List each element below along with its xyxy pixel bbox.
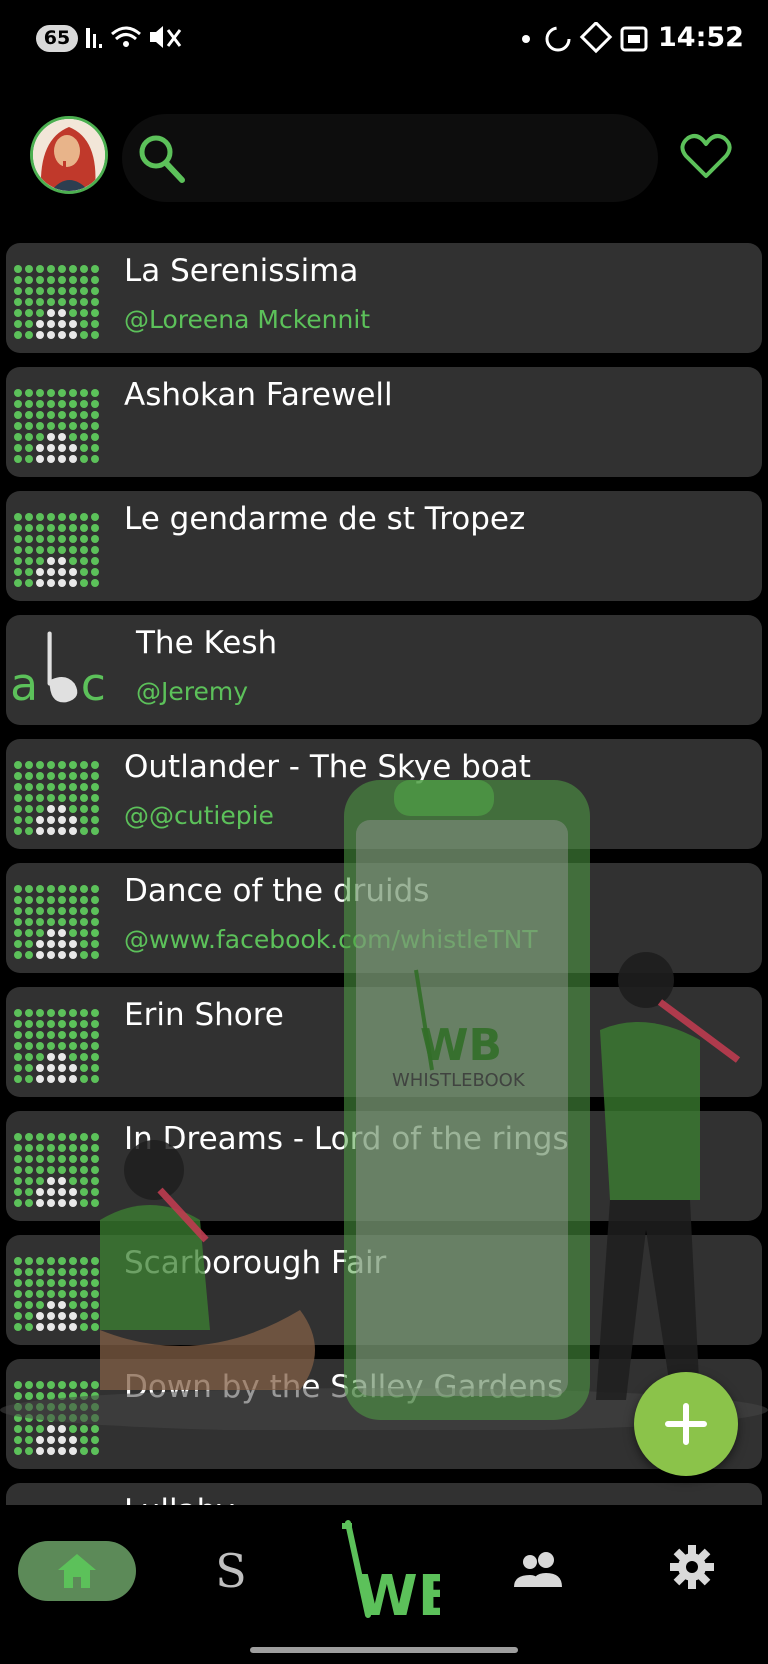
song-author: @www.facebook.com/whistleTNT [124, 925, 538, 954]
song-title: Lullaby [124, 1493, 235, 1505]
song-row[interactable]: Scarborough Fair [6, 1235, 762, 1345]
nav-settings-tab[interactable] [670, 1545, 714, 1589]
song-author: @Jeremy [136, 677, 249, 706]
song-title: Scarborough Fair [124, 1245, 387, 1281]
song-row[interactable]: In Dreams - Lord of the rings [6, 1111, 762, 1221]
tablature-dots-icon [14, 761, 99, 835]
song-author: @@cutiepie [124, 801, 274, 830]
tablature-dots-icon [14, 1133, 99, 1207]
song-row[interactable]: Outlander - The Skye boat @@cutiepie [6, 739, 762, 849]
status-right-icons [520, 20, 650, 62]
song-title: Erin Shore [124, 997, 284, 1033]
search-input[interactable] [202, 130, 632, 186]
song-author: @Loreena Mckennit [124, 305, 371, 334]
signal-wifi-mute-icons [86, 20, 186, 61]
song-row[interactable]: a c The Kesh @Jeremy [6, 615, 762, 725]
home-icon [58, 1554, 96, 1588]
song-title: The Kesh [136, 625, 278, 661]
song-title: Down by the Salley Gardens [124, 1369, 564, 1405]
song-title: Ashokan Farewell [124, 377, 393, 413]
status-bar: 65 14:52 [0, 0, 768, 80]
song-row[interactable]: Le gendarme de st Tropez [6, 491, 762, 601]
song-title: Le gendarme de st Tropez [124, 501, 526, 537]
search-bar[interactable] [122, 114, 658, 202]
song-row[interactable]: Erin Shore [6, 987, 762, 1097]
svg-text:a: a [10, 658, 38, 711]
app-screen: 65 14:52 La Serenissima @Loreena Mckenni… [0, 0, 768, 1664]
signal-icon [86, 26, 182, 48]
battery-indicator: 65 [36, 25, 78, 52]
song-list: La Serenissima @Loreena Mckennit Ashokan… [0, 243, 768, 1505]
song-row[interactable]: La Serenissima @Loreena Mckennit [6, 243, 762, 353]
song-title: In Dreams - Lord of the rings [124, 1121, 569, 1157]
avatar-illustration [33, 119, 105, 191]
user-avatar[interactable] [30, 116, 108, 194]
tablature-dots-icon [14, 885, 99, 959]
wb-logo-label: WB [356, 1564, 440, 1623]
favorites-heart-icon[interactable] [680, 132, 732, 180]
tablature-dots-icon [14, 1381, 99, 1455]
tablature-dots-icon [14, 265, 99, 339]
nav-community-tab[interactable] [512, 1549, 564, 1589]
song-title: Dance of the druids [124, 873, 430, 909]
song-row[interactable]: Lullaby [6, 1483, 762, 1505]
song-row[interactable]: Ashokan Farewell [6, 367, 762, 477]
song-row[interactable]: Dance of the druids @www.facebook.com/wh… [6, 863, 762, 973]
nav-home-tab[interactable] [18, 1541, 136, 1601]
svg-text:c: c [81, 658, 106, 711]
search-icon [139, 135, 185, 183]
bottom-navigation: S WB [0, 1505, 768, 1664]
song-title: La Serenissima [124, 253, 359, 289]
nav-s-tab[interactable]: S [206, 1541, 256, 1601]
system-status-icons [522, 20, 648, 54]
song-title: Outlander - The Skye boat [124, 749, 531, 785]
add-song-button[interactable] [634, 1372, 738, 1476]
plus-icon [665, 1403, 707, 1445]
tablature-dots-icon [14, 513, 99, 587]
clock: 14:52 [658, 22, 744, 53]
tablature-dots-icon [14, 389, 99, 463]
abc-notation-icon: a c [10, 631, 106, 711]
nav-whistlebook-tab[interactable]: WB [330, 1519, 440, 1623]
tablature-dots-icon [14, 1009, 99, 1083]
tablature-dots-icon [14, 1257, 99, 1331]
home-indicator [250, 1647, 518, 1653]
